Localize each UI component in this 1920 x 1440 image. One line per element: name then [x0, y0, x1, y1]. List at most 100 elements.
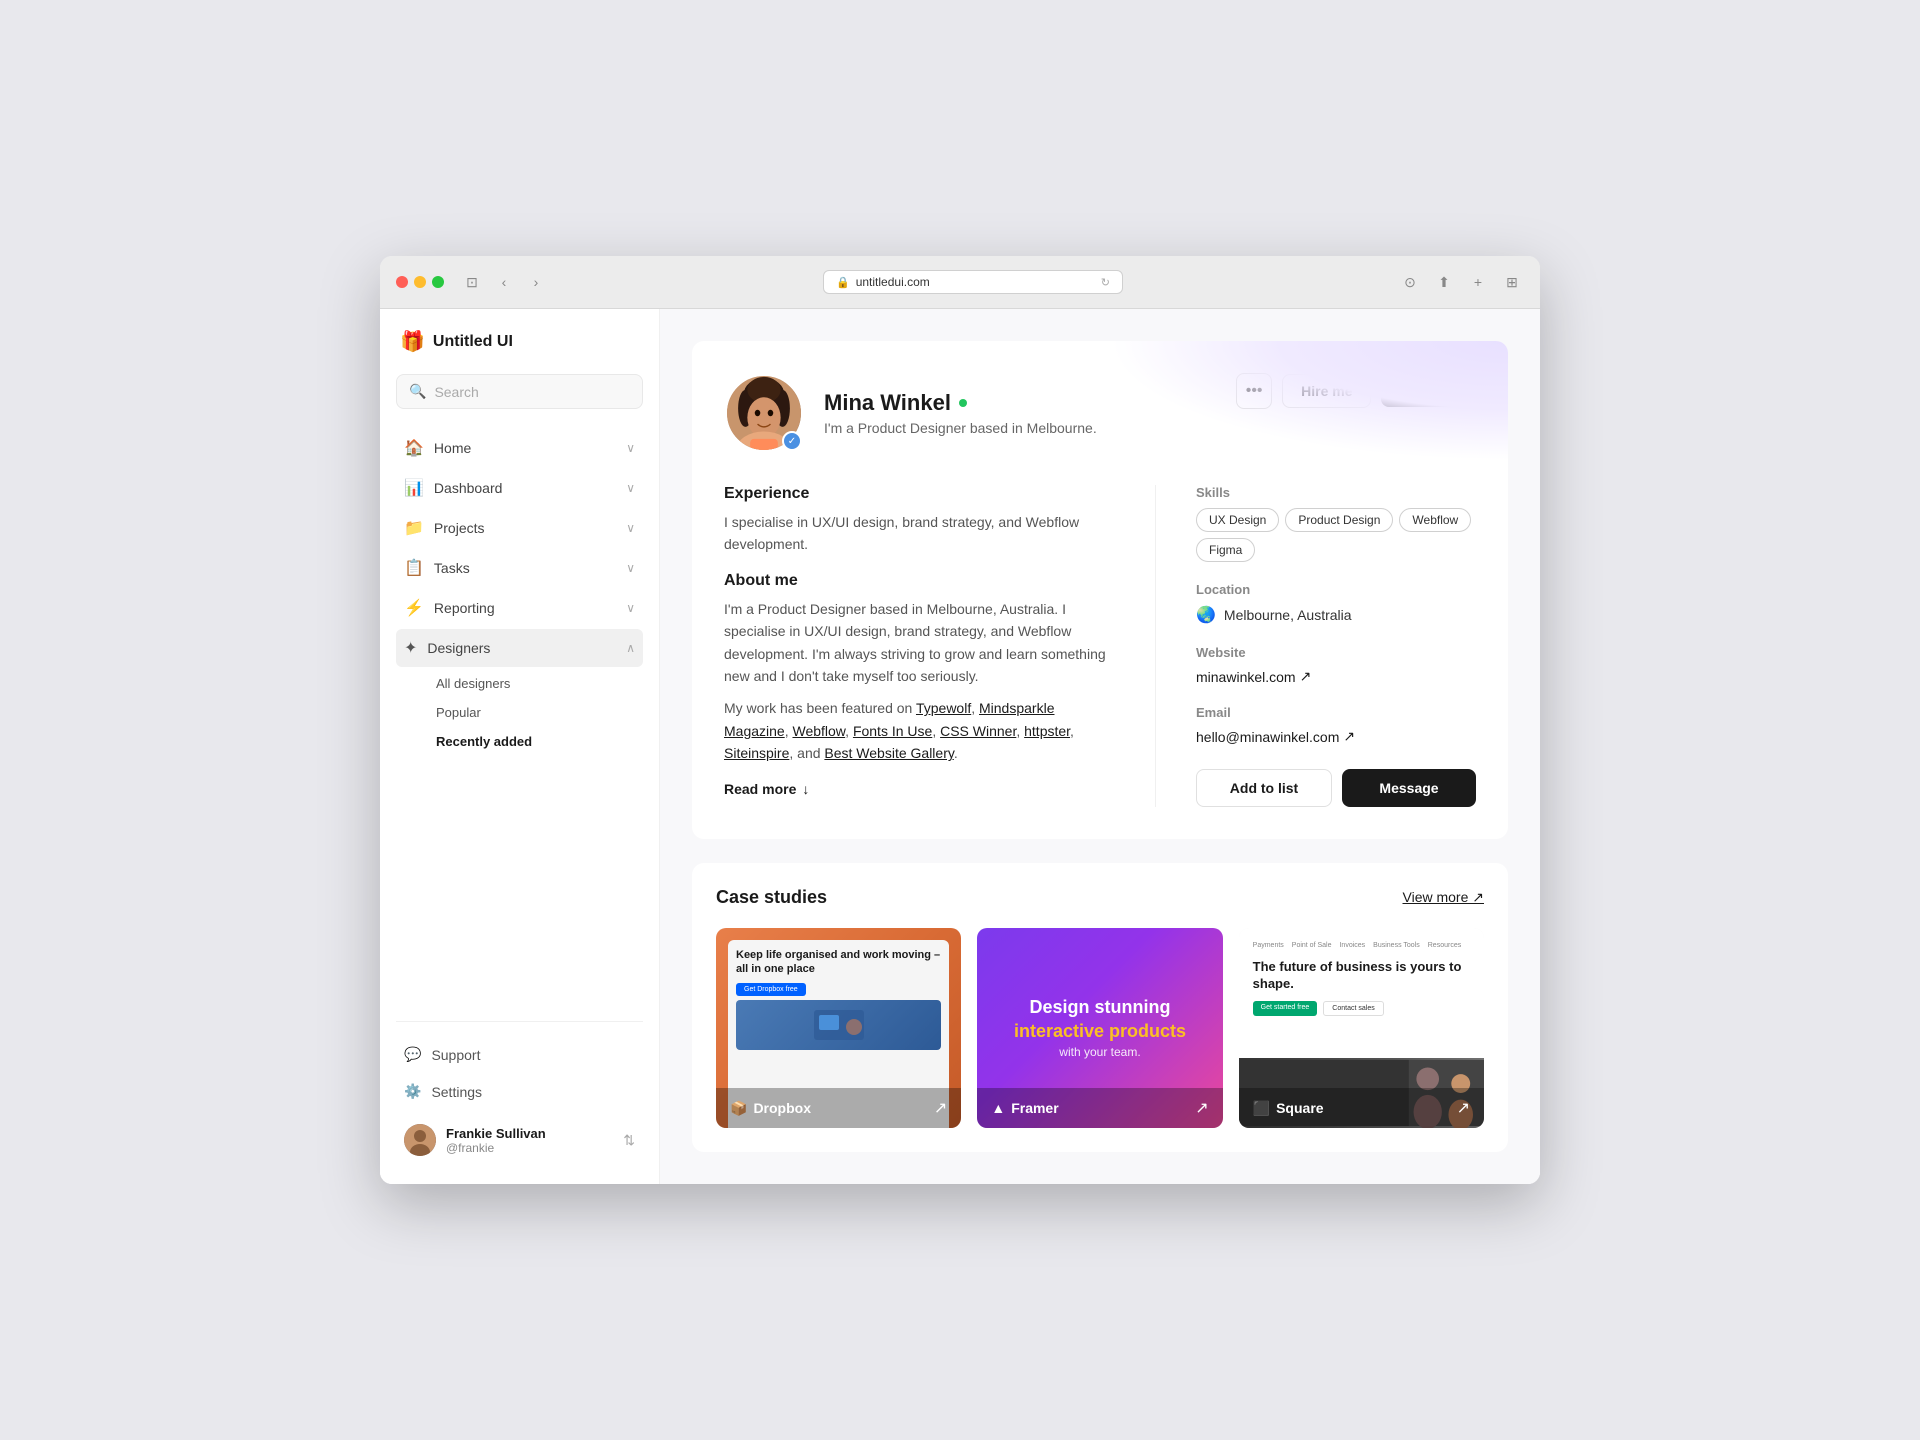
chevron-down-icon: ∨ — [626, 441, 635, 455]
website-link[interactable]: minawinkel.com ↗ — [1196, 668, 1476, 685]
refresh-icon[interactable]: ↻ — [1101, 276, 1110, 289]
sidebar-toggle-icon[interactable]: ⊡ — [460, 270, 484, 294]
chevron-up-icon: ∧ — [626, 641, 635, 655]
skill-product-design: Product Design — [1285, 508, 1393, 532]
skills-label: Skills — [1196, 485, 1476, 500]
arrow-down-icon: ↓ — [802, 781, 809, 797]
extensions-icon[interactable]: ⊙ — [1398, 270, 1422, 294]
httpster-link[interactable]: httpster — [1024, 723, 1070, 739]
sidebar-item-all-designers[interactable]: All designers — [428, 669, 643, 698]
dropbox-icon: 📦 — [730, 1100, 747, 1117]
square-nav-item: Point of Sale — [1292, 942, 1332, 949]
skill-figma: Figma — [1196, 538, 1255, 562]
read-more-label: Read more — [724, 781, 796, 797]
location-text: Melbourne, Australia — [1224, 607, 1352, 623]
settings-label: Settings — [431, 1084, 482, 1100]
tasks-icon: 📋 — [404, 558, 424, 578]
view-more-link[interactable]: View more ↗ — [1403, 889, 1485, 906]
sidebar-item-reporting[interactable]: ⚡ Reporting ∨ — [396, 589, 643, 627]
message-button[interactable]: Message — [1342, 769, 1476, 807]
settings-icon: ⚙️ — [404, 1083, 421, 1100]
website-row: minawinkel.com ↗ — [1196, 668, 1476, 685]
user-handle: @frankie — [446, 1141, 546, 1155]
back-icon[interactable]: ‹ — [492, 270, 516, 294]
add-to-list-button[interactable]: Add to list — [1196, 769, 1332, 807]
recently-added-label: Recently added — [436, 734, 532, 749]
dropbox-brand: 📦 Dropbox — [730, 1100, 811, 1117]
framer-icon: ▲ — [991, 1100, 1005, 1116]
location-row: 🌏 Melbourne, Australia — [1196, 605, 1476, 625]
australia-flag-icon: 🌏 — [1196, 605, 1216, 625]
hire-me-button[interactable]: Hire me — [1282, 374, 1371, 408]
sidebar-item-home[interactable]: 🏠 Home ∨ — [396, 429, 643, 467]
sidebar-item-dashboard[interactable]: 📊 Dashboard ∨ — [396, 469, 643, 507]
dropbox-cta: Get Dropbox free — [736, 983, 806, 996]
follow-button[interactable]: + Home Follow — [1381, 375, 1476, 407]
browser-toolbar: ⊡ ‹ › 🔒 untitledui.com ↻ ⊙ ⬆ + ⊞ — [380, 256, 1540, 309]
case-card-square[interactable]: Payments Point of Sale Invoices Business… — [1239, 928, 1484, 1128]
sidebar-item-popular[interactable]: Popular — [428, 698, 643, 727]
avatar — [404, 1124, 436, 1156]
webflow-link[interactable]: Webflow — [792, 723, 845, 739]
siteinspire-link[interactable]: Siteinspire — [724, 745, 789, 761]
lock-icon: 🔒 — [836, 276, 850, 289]
profile-card: ✓ Mina Winkel I'm a Product Designer bas… — [692, 341, 1508, 839]
more-options-button[interactable]: ••• — [1236, 373, 1272, 409]
profile-avatar-wrap: ✓ — [724, 373, 804, 453]
profile-right: Skills UX Design Product Design Webflow … — [1196, 485, 1476, 807]
email-text: hello@minawinkel.com — [1196, 729, 1339, 745]
app-title: Untitled UI — [433, 333, 513, 351]
maximize-button[interactable] — [432, 276, 444, 288]
tabs-icon[interactable]: ⊞ — [1500, 270, 1524, 294]
dropbox-illustration — [809, 1005, 869, 1045]
featured-line: My work has been featured on Typewolf, M… — [724, 697, 1115, 764]
case-studies-section: Case studies View more ↗ Keep life organ… — [692, 863, 1508, 1152]
sidebar-item-label: Reporting — [434, 600, 495, 616]
close-button[interactable] — [396, 276, 408, 288]
chevron-down-icon: ∨ — [626, 561, 635, 575]
case-studies-grid: Keep life organised and work moving – al… — [716, 928, 1484, 1128]
email-row: hello@minawinkel.com ↗ — [1196, 728, 1476, 745]
location-label: Location — [1196, 582, 1476, 597]
sidebar-item-designers[interactable]: ✦ Designers ∧ — [396, 629, 643, 667]
share-icon[interactable]: ⬆ — [1432, 270, 1456, 294]
designers-icon: ✦ — [404, 638, 417, 658]
square-nav: Payments Point of Sale Invoices Business… — [1253, 942, 1470, 949]
website-label: Website — [1196, 645, 1476, 660]
experience-title: Experience — [724, 485, 1115, 503]
fonts-in-use-link[interactable]: Fonts In Use — [853, 723, 932, 739]
framer-text: Design stunning interactive products wit… — [1014, 997, 1186, 1058]
skills-list: UX Design Product Design Webflow Figma — [1196, 508, 1476, 562]
website-text: minawinkel.com — [1196, 669, 1296, 685]
new-tab-icon[interactable]: + — [1466, 270, 1490, 294]
sidebar-item-recently-added[interactable]: Recently added — [428, 727, 643, 756]
sidebar-item-settings[interactable]: ⚙️ Settings — [396, 1075, 643, 1108]
sidebar-item-projects[interactable]: 📁 Projects ∨ — [396, 509, 643, 547]
search-box[interactable]: 🔍 Search — [396, 374, 643, 409]
user-info: Frankie Sullivan @frankie — [404, 1124, 546, 1156]
minimize-button[interactable] — [414, 276, 426, 288]
user-name: Frankie Sullivan — [446, 1126, 546, 1141]
user-profile-row[interactable]: Frankie Sullivan @frankie ⇅ — [396, 1116, 643, 1164]
url-input[interactable]: 🔒 untitledui.com ↻ — [823, 270, 1123, 294]
square-nav-item: Payments — [1253, 942, 1284, 949]
read-more-button[interactable]: Read more ↓ — [724, 781, 1115, 797]
about-text: I'm a Product Designer based in Melbourn… — [724, 598, 1115, 688]
case-card-dropbox[interactable]: Keep life organised and work moving – al… — [716, 928, 961, 1128]
dropbox-image — [736, 1000, 941, 1050]
framer-label: Framer — [1011, 1100, 1058, 1116]
case-card-framer[interactable]: Design stunning interactive products wit… — [977, 928, 1222, 1128]
sidebar-item-tasks[interactable]: 📋 Tasks ∨ — [396, 549, 643, 587]
email-link[interactable]: hello@minawinkel.com ↗ — [1196, 728, 1476, 745]
css-winner-link[interactable]: CSS Winner — [940, 723, 1016, 739]
square-secondary-btn: Contact sales — [1323, 1001, 1383, 1016]
dashboard-icon: 📊 — [404, 478, 424, 498]
address-bar: 🔒 untitledui.com ↻ — [560, 270, 1386, 294]
square-nav-item: Invoices — [1339, 942, 1365, 949]
forward-icon[interactable]: › — [524, 270, 548, 294]
typewolf-link[interactable]: Typewolf — [916, 700, 971, 716]
best-website-gallery-link[interactable]: Best Website Gallery — [824, 745, 953, 761]
traffic-lights — [396, 276, 444, 288]
sidebar-item-support[interactable]: 💬 Support — [396, 1038, 643, 1071]
profile-identity: ✓ Mina Winkel I'm a Product Designer bas… — [724, 373, 1097, 453]
